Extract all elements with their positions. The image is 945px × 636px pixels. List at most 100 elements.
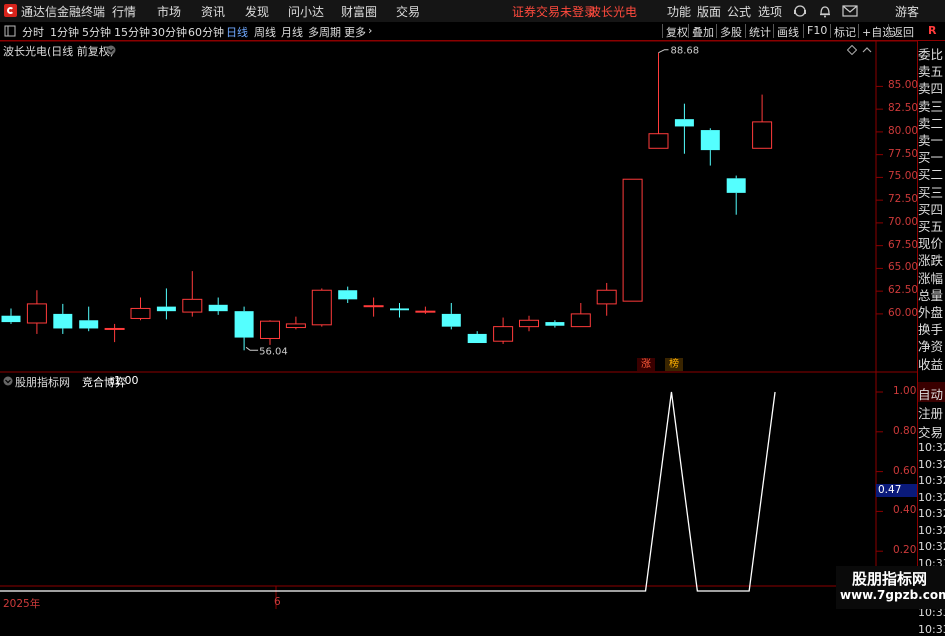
candle (519, 315, 539, 332)
right-panel-r-icon[interactable]: R (928, 24, 936, 37)
panel-toggle-icon[interactable] (4, 25, 16, 37)
quote-field-label: 卖一 (918, 133, 944, 148)
menu-ask[interactable]: 问小达 (288, 3, 324, 20)
title-bar: 通达信金融终端 行情 市场 资讯 发现 问小达 财富圈 交易 证券交易未登录 波… (0, 0, 945, 23)
menu-markets[interactable]: 市场 (157, 3, 181, 20)
menu-wealth[interactable]: 财富圈 (341, 3, 377, 20)
high-marker (658, 49, 669, 54)
trade-time: 10:32 (918, 490, 945, 504)
indicator-tick-label: 0.40 (893, 504, 917, 517)
tool-rights[interactable]: 复权 (666, 24, 688, 40)
period-monthly[interactable]: 月线 (281, 24, 303, 40)
period-60min[interactable]: 60分钟 (188, 24, 224, 40)
candle (26, 290, 47, 334)
panel-action-1[interactable]: 注册 (918, 403, 945, 422)
menu-function[interactable]: 功能 (667, 3, 691, 20)
candle-body (467, 333, 487, 344)
period-15min[interactable]: 15分钟 (114, 24, 150, 40)
candle (338, 286, 358, 303)
watermark-title: 股朋指标网 (852, 570, 928, 588)
collapse-icon[interactable] (862, 45, 872, 55)
period-5min[interactable]: 5分钟 (82, 24, 111, 40)
message-icon[interactable] (842, 5, 858, 17)
candle-body (415, 310, 436, 313)
candle-body (26, 303, 47, 324)
quote-field-label: 买四 (918, 201, 944, 217)
service-icon[interactable] (793, 4, 807, 18)
main-chart-title: 波长光电(日线 前复权) (3, 45, 115, 58)
quote-field-label: 买三 (918, 184, 944, 200)
candle (1, 308, 21, 324)
candle (596, 282, 617, 316)
quote-field-label: 买二 (918, 167, 944, 183)
x-axis-mid-label: 6 (274, 596, 281, 608)
period-more[interactable]: 更多 (344, 24, 366, 40)
candle (363, 297, 384, 317)
login-notice[interactable]: 证券交易未登录 (512, 3, 596, 20)
period-weekly[interactable]: 周线 (254, 24, 276, 40)
kline-chart[interactable]: 88.68 56.04 (0, 41, 918, 609)
candle-body (234, 311, 254, 338)
tool-statistics[interactable]: 统计 (749, 24, 771, 40)
period-30min[interactable]: 30分钟 (151, 24, 187, 40)
quote-field-label: 换手 (918, 322, 944, 338)
rank-badge[interactable]: 榜 (665, 358, 683, 371)
candle (53, 303, 73, 334)
period-1min[interactable]: 1分钟 (50, 24, 79, 40)
candle (648, 52, 669, 149)
candle-body (53, 313, 73, 329)
candle (441, 302, 461, 330)
diamond-icon[interactable] (847, 45, 857, 55)
price-tick-label: 67.50 (888, 238, 919, 251)
quote-field-label: 净资 (918, 339, 944, 355)
candle-body (182, 298, 203, 313)
candle-body (338, 290, 358, 300)
candle (622, 178, 643, 302)
candle-body (622, 178, 643, 302)
chart-settings-icon[interactable] (106, 45, 116, 55)
high-price-label: 88.68 (671, 46, 700, 57)
tool-mark[interactable]: 标记 (834, 24, 856, 40)
candle (79, 306, 99, 332)
limit-up-badge[interactable]: 涨 (637, 358, 655, 371)
candle-body (208, 304, 228, 312)
trade-time: 10:33 (918, 622, 945, 636)
candle (726, 175, 746, 215)
quote-field-label: 卖四 (918, 81, 944, 97)
quote-field-label: 涨跌 (918, 253, 944, 269)
candle-body (1, 315, 21, 323)
panel-action-2[interactable]: 交易 (918, 422, 945, 441)
period-multi[interactable]: 多周期 (308, 24, 341, 40)
indicator-tick-label: 1.00 (893, 385, 917, 397)
price-tick-label: 72.50 (888, 193, 919, 206)
more-chevron-icon[interactable]: › (368, 24, 372, 37)
price-tick-label: 60.00 (888, 306, 919, 319)
indicator-value: 1.00 (114, 374, 139, 387)
period-tick[interactable]: 分时 (22, 24, 44, 40)
panel-action-0[interactable]: 自动 (918, 384, 945, 403)
notification-bell-icon[interactable] (818, 4, 832, 18)
menu-options[interactable]: 选项 (758, 3, 782, 20)
cursor-value-label: 0.47 (876, 484, 917, 497)
low-marker (245, 346, 259, 351)
candle-body (648, 133, 669, 149)
period-daily[interactable]: 日线 (226, 24, 248, 40)
trade-time: 10:32 (918, 540, 945, 553)
candle-body (493, 326, 514, 342)
menu-trade[interactable]: 交易 (396, 3, 420, 20)
tool-multi-stock[interactable]: 多股 (720, 24, 742, 40)
tool-f10[interactable]: F10 (807, 24, 827, 37)
menu-market[interactable]: 行情 (112, 3, 136, 20)
candle (700, 128, 720, 166)
user-label[interactable]: 游客 (895, 3, 919, 20)
menu-formula[interactable]: 公式 (727, 3, 751, 20)
quote-field-label: 卖二 (918, 115, 944, 131)
tool-draw[interactable]: 画线 (777, 24, 799, 40)
menu-news[interactable]: 资讯 (201, 3, 225, 20)
menu-discover[interactable]: 发现 (245, 3, 269, 20)
tool-overlay[interactable]: 叠加 (692, 24, 714, 40)
low-price-label: 56.04 (259, 346, 288, 357)
tool-back[interactable]: 返回 (892, 24, 914, 40)
indicator-settings-icon[interactable] (3, 376, 13, 386)
menu-layout[interactable]: 版面 (697, 3, 721, 20)
